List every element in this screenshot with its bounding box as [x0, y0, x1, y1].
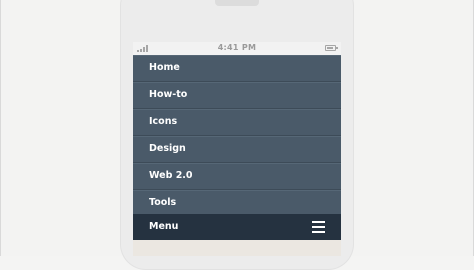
menu-item-home[interactable]: Home [133, 55, 341, 82]
battery-icon [325, 45, 338, 51]
content-area [133, 240, 341, 256]
menu-bar-label: Menu [149, 221, 179, 232]
status-time: 4:41 PM [217, 43, 257, 52]
menu-item-design[interactable]: Design [133, 136, 341, 163]
menu-item-web-2-0[interactable]: Web 2.0 [133, 163, 341, 190]
menu-item-how-to[interactable]: How-to [133, 82, 341, 109]
phone-speaker [215, 0, 259, 6]
menu-item-tools[interactable]: Tools [133, 190, 341, 217]
status-bar: 4:41 PM [133, 42, 341, 55]
menu-bar: Menu [133, 214, 341, 240]
menu-item-icons[interactable]: Icons [133, 109, 341, 136]
nav-menu: Home How-to Icons Design Web 2.0 Tools [133, 55, 341, 217]
hamburger-icon[interactable] [312, 221, 325, 233]
phone-screen: 4:41 PM Home How-to Icons Design Web 2.0… [133, 42, 341, 256]
